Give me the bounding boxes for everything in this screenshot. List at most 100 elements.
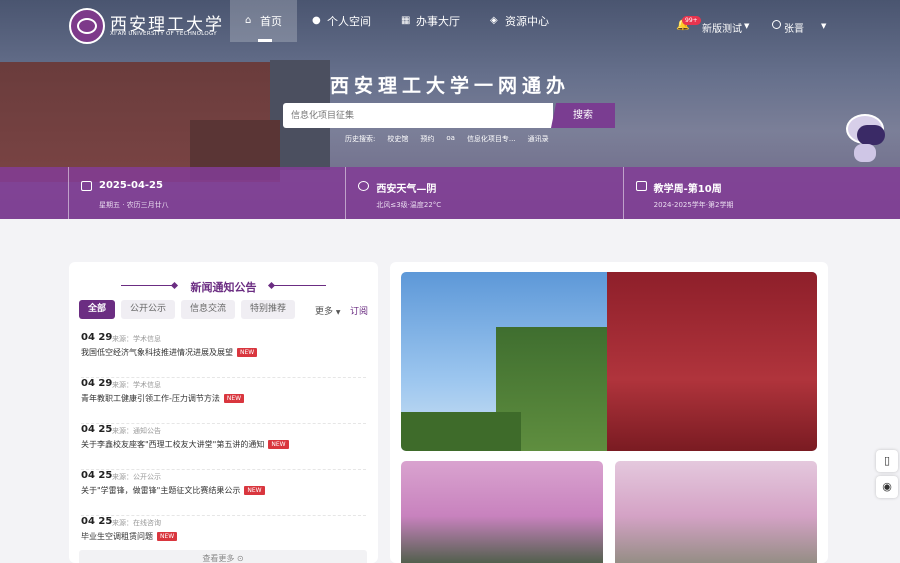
nav-service-hall[interactable]: ▦ 办事大厅: [386, 0, 475, 42]
semester: 2024-2025学年·第2学期: [653, 201, 734, 209]
search-history-item[interactable]: 预约: [420, 134, 434, 144]
calendar-icon: [81, 181, 92, 191]
grid-icon: ▦: [401, 15, 411, 26]
nav-home-label: 首页: [260, 15, 282, 28]
item-source: 来源：学术信息: [112, 335, 161, 343]
item-source: 来源：学术信息: [112, 381, 161, 389]
tab-public-notice[interactable]: 公开公示: [121, 300, 176, 319]
weather-icon: [358, 181, 370, 191]
more-dropdown[interactable]: 更多 ▼: [315, 304, 341, 317]
bushes: [401, 412, 521, 451]
item-source: 来源：在线咨询: [112, 519, 161, 527]
item-title-text: 我国低空经济气象科技推进情况进展及展望: [81, 348, 233, 357]
chevron-down-icon: ▼: [335, 309, 341, 316]
search-history-item[interactable]: 校史馆: [387, 134, 408, 144]
weekday: 星期五: [99, 201, 120, 209]
user-name[interactable]: 张晋: [784, 20, 804, 35]
news-title: 新闻通知公告: [190, 281, 257, 294]
nav-resource-center-label: 资源中心: [505, 15, 549, 28]
search-history-item[interactable]: 信息化项目专...: [467, 134, 516, 144]
search-history-item[interactable]: oa: [446, 134, 455, 144]
campus-photo-blossom-path[interactable]: [401, 461, 603, 563]
item-date: 04 25: [81, 516, 113, 527]
nav-service-hall-label: 办事大厅: [416, 15, 460, 28]
list-item[interactable]: 04 29 来源：学术信息 我国低空经济气象科技推进情况进展及展望 NEW: [81, 332, 366, 378]
item-title: 关于李鑫校友座客"西理工校友大讲堂"第五讲的通知 NEW: [81, 439, 289, 450]
search-history: 历史搜索: 校史馆 预约 oa 信息化项目专... 通讯录: [345, 134, 549, 144]
ivy-red-wall: [607, 272, 817, 451]
view-more-button[interactable]: 查看更多 ⊙: [79, 550, 367, 563]
item-title-text: 关于"学雷锋，做雷锋"主题征文比赛结果公示: [81, 486, 241, 495]
search-history-item[interactable]: 通讯录: [528, 134, 549, 144]
news-tabs: 全部 公开公示 信息交流 特别推荐: [79, 300, 296, 319]
list-item[interactable]: 04 25 来源：公开公示 关于"学雷锋，做雷锋"主题征文比赛结果公示 NEW: [81, 470, 366, 516]
hero-banner: 西安理工大学 XI'AN UNIVERSITY OF TECHNOLOGY ⌂ …: [0, 0, 900, 219]
palette-icon[interactable]: ◉: [876, 476, 898, 498]
item-date: 04 25: [81, 470, 113, 481]
robot-head: [846, 114, 885, 145]
new-badge: NEW: [237, 348, 258, 357]
subscribe-button[interactable]: 订阅: [350, 304, 368, 317]
home-icon: ⌂: [245, 15, 252, 26]
tab-all[interactable]: 全部: [79, 300, 116, 319]
list-item[interactable]: 04 25 来源：通知公告 关于李鑫校友座客"西理工校友大讲堂"第五讲的通知 NE…: [81, 424, 366, 470]
beta-version-menu[interactable]: 新版测试: [702, 20, 742, 35]
tab-info-exchange[interactable]: 信息交流: [181, 300, 236, 319]
top-bar: 西安理工大学 XI'AN UNIVERSITY OF TECHNOLOGY ⌂ …: [0, 0, 900, 46]
item-title: 毕业生空调租赁问题 NEW: [81, 531, 178, 542]
main-nav: ⌂ 首页 ● 个人空间 ▦ 办事大厅 ◈ 资源中心: [230, 0, 564, 42]
weather-title: 西安天气—阴: [376, 184, 437, 195]
list-item[interactable]: 04 29 来源：学术信息 青年教职工健康引领工作-压力调节方法 NEW: [81, 378, 366, 424]
item-title: 关于"学雷锋，做雷锋"主题征文比赛结果公示 NEW: [81, 485, 265, 496]
nav-personal-space[interactable]: ● 个人空间: [297, 0, 386, 42]
item-date: 04 25: [81, 424, 113, 435]
campus-photo-ivy-building[interactable]: [401, 272, 817, 451]
date-detail: 星期五 · 农历三月廿八: [99, 201, 169, 209]
item-title-text: 青年教职工健康引领工作-压力调节方法: [81, 394, 220, 403]
assistant-robot-icon[interactable]: [842, 110, 888, 164]
weather-panel: 西安天气—阴 北风≤3级·温度22°C: [345, 167, 622, 219]
weather-detail: 北风≤3级·温度22°C: [376, 201, 442, 209]
arrow-right-circle-icon: ⊙: [236, 554, 244, 563]
search-box: [283, 103, 553, 129]
search-button[interactable]: 搜索: [551, 103, 615, 128]
teaching-week-panel: 教学周-第10周 2024-2025学年·第2学期: [622, 167, 900, 219]
nav-home[interactable]: ⌂ 首页: [230, 0, 297, 42]
item-title-text: 关于李鑫校友座客"西理工校友大讲堂"第五讲的通知: [81, 440, 265, 449]
nav-personal-space-label: 个人空间: [327, 15, 371, 28]
news-list: 04 29 来源：学术信息 我国低空经济气象科技推进情况进展及展望 NEW 04 …: [81, 332, 366, 562]
university-name-en: XI'AN UNIVERSITY OF TECHNOLOGY: [110, 31, 217, 37]
schedule-icon: [635, 181, 647, 191]
more-label: 更多: [315, 307, 334, 317]
chevron-down-icon[interactable]: ▼: [744, 22, 749, 30]
new-badge: NEW: [268, 440, 289, 449]
title-divider-right: [274, 285, 326, 286]
new-badge: NEW: [157, 532, 178, 541]
item-title: 青年教职工健康引领工作-压力调节方法 NEW: [81, 393, 245, 404]
book-icon[interactable]: ▯: [876, 450, 898, 472]
item-date: 04 29: [81, 378, 113, 389]
search-input[interactable]: [283, 103, 553, 129]
chevron-down-icon[interactable]: ▼: [821, 22, 826, 30]
teaching-week: 教学周-第10周: [653, 184, 722, 195]
item-date: 04 29: [81, 332, 113, 343]
new-badge: NEW: [244, 486, 265, 495]
info-bar: 2025-04-25 星期五 · 农历三月廿八 西安天气—阴 北风≤3级·温度2…: [0, 167, 900, 219]
tab-featured[interactable]: 特别推荐: [241, 300, 296, 319]
current-date: 2025-04-25: [99, 180, 163, 191]
university-logo-icon[interactable]: [69, 8, 105, 44]
campus-photo-panel: [390, 262, 828, 563]
layers-icon: ◈: [490, 15, 498, 26]
user-avatar-icon[interactable]: [772, 20, 781, 29]
item-source: 来源：通知公告: [112, 427, 161, 435]
item-title: 我国低空经济气象科技推进情况进展及展望 NEW: [81, 347, 258, 358]
search-history-label: 历史搜索:: [345, 135, 376, 143]
new-badge: NEW: [223, 394, 245, 403]
campus-photo-blossom-garden[interactable]: [615, 461, 817, 563]
robot-face: [857, 125, 885, 145]
portal-title: 西安理工大学一网通办: [329, 75, 570, 97]
item-title-text: 毕业生空调租赁问题: [81, 532, 153, 541]
nav-resource-center[interactable]: ◈ 资源中心: [475, 0, 564, 42]
item-source: 来源：公开公示: [112, 473, 161, 481]
view-more-label: 查看更多: [202, 554, 235, 563]
